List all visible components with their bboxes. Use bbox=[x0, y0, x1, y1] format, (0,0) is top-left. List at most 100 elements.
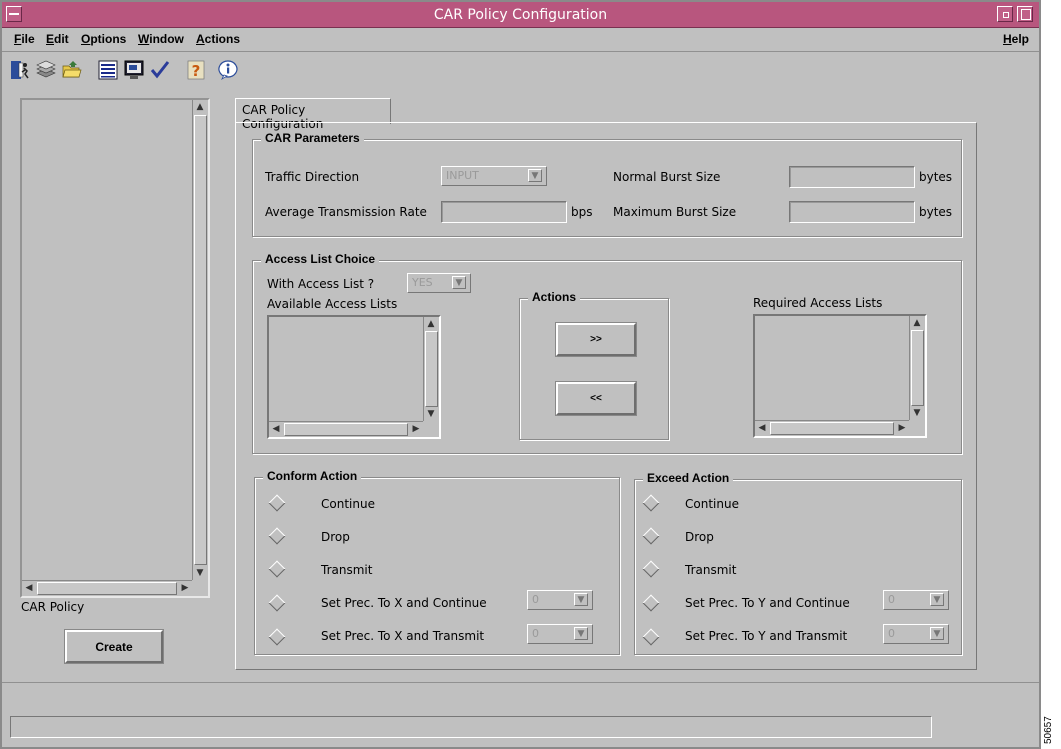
scroll-up-icon[interactable]: ▲ bbox=[193, 100, 207, 114]
conform-drop-label: Drop bbox=[321, 530, 350, 544]
conform-drop-radio[interactable] bbox=[268, 527, 286, 545]
normal-burst-unit: bytes bbox=[919, 170, 953, 184]
exceed-prec-continue-value: 0 bbox=[888, 593, 895, 606]
actions-group: Actions >> << bbox=[519, 290, 669, 440]
available-lists-label: Available Access Lists bbox=[267, 297, 398, 311]
status-bar bbox=[10, 716, 932, 738]
conform-prec-transmit-label: Set Prec. To X and Transmit bbox=[321, 629, 485, 643]
scroll-thumb[interactable] bbox=[425, 331, 438, 407]
exceed-prec-transmit-select[interactable]: 0 ▼ bbox=[883, 624, 949, 644]
conform-prec-continue-label: Set Prec. To X and Continue bbox=[321, 596, 487, 610]
checkmark-icon[interactable] bbox=[148, 58, 172, 82]
conform-continue-radio[interactable] bbox=[268, 494, 286, 512]
menu-edit[interactable]: Edit bbox=[46, 32, 69, 46]
conform-prec-continue-select[interactable]: 0 ▼ bbox=[527, 590, 593, 610]
scroll-thumb[interactable] bbox=[194, 115, 207, 565]
scroll-left-icon[interactable]: ◀ bbox=[755, 421, 769, 435]
exceed-action-title: Exceed Action bbox=[643, 471, 734, 485]
avg-rate-input[interactable] bbox=[441, 201, 567, 223]
menu-options[interactable]: Options bbox=[81, 32, 126, 46]
policy-stack-icon[interactable] bbox=[34, 58, 58, 82]
info-icon[interactable] bbox=[216, 58, 240, 82]
available-vscrollbar[interactable]: ▲ ▼ bbox=[423, 317, 439, 421]
scroll-down-icon[interactable]: ▼ bbox=[424, 407, 438, 421]
exceed-prec-continue-label: Set Prec. To Y and Continue bbox=[685, 596, 850, 610]
actions-title: Actions bbox=[528, 290, 581, 304]
scroll-thumb[interactable] bbox=[284, 423, 408, 436]
exceed-prec-continue-radio[interactable] bbox=[642, 594, 660, 612]
exceed-prec-continue-select[interactable]: 0 ▼ bbox=[883, 590, 949, 610]
car-policy-list[interactable]: ▲ ▼ ◀ ▶ bbox=[20, 98, 210, 598]
create-button[interactable]: Create bbox=[65, 630, 163, 663]
chevron-down-icon[interactable]: ▼ bbox=[574, 593, 588, 606]
figure-id: 50657 bbox=[1043, 716, 1054, 744]
status-separator bbox=[2, 682, 1039, 683]
svg-text:?: ? bbox=[192, 62, 201, 80]
scroll-right-icon[interactable]: ▶ bbox=[895, 421, 909, 435]
conform-transmit-radio[interactable] bbox=[268, 560, 286, 578]
required-lists-label: Required Access Lists bbox=[753, 296, 883, 310]
required-vscrollbar[interactable]: ▲ ▼ bbox=[909, 316, 925, 420]
monitor-icon[interactable] bbox=[122, 58, 146, 82]
chevron-down-icon[interactable]: ▼ bbox=[452, 276, 466, 289]
with-access-value: YES bbox=[412, 276, 433, 289]
exceed-drop-radio[interactable] bbox=[642, 527, 660, 545]
required-access-lists[interactable]: ▲ ▼ ◀ ▶ bbox=[753, 314, 927, 438]
conform-prec-transmit-radio[interactable] bbox=[268, 628, 286, 646]
access-list-group: Access List Choice With Access List ? YE… bbox=[252, 252, 962, 454]
traffic-direction-select[interactable]: INPUT ▼ bbox=[441, 166, 547, 186]
exceed-prec-transmit-label: Set Prec. To Y and Transmit bbox=[685, 629, 848, 643]
maximize-button[interactable] bbox=[1017, 6, 1033, 22]
menu-bar: File Edit Options Window Actions Help bbox=[2, 28, 1039, 52]
exceed-continue-radio[interactable] bbox=[642, 494, 660, 512]
title-bar[interactable]: CAR Policy Configuration bbox=[2, 2, 1039, 28]
help-question-icon[interactable]: ? bbox=[184, 58, 208, 82]
conform-prec-transmit-select[interactable]: 0 ▼ bbox=[527, 624, 593, 644]
scroll-thumb[interactable] bbox=[911, 330, 924, 406]
required-hscrollbar[interactable]: ◀ ▶ bbox=[755, 420, 909, 436]
policy-list-vscrollbar[interactable]: ▲ ▼ bbox=[192, 100, 208, 580]
normal-burst-input[interactable] bbox=[789, 166, 915, 188]
max-burst-input[interactable] bbox=[789, 201, 915, 223]
with-access-select[interactable]: YES ▼ bbox=[407, 273, 471, 293]
conform-prec-continue-radio[interactable] bbox=[268, 594, 286, 612]
conform-transmit-label: Transmit bbox=[321, 563, 373, 577]
chevron-down-icon[interactable]: ▼ bbox=[930, 593, 944, 606]
scroll-up-icon[interactable]: ▲ bbox=[910, 316, 924, 330]
conform-prec-transmit-value: 0 bbox=[532, 627, 539, 640]
scroll-left-icon[interactable]: ◀ bbox=[22, 581, 36, 595]
add-access-list-button[interactable]: >> bbox=[556, 323, 636, 356]
tab-car-policy-configuration[interactable]: CAR Policy Configuration bbox=[235, 98, 391, 131]
menu-actions[interactable]: Actions bbox=[196, 32, 240, 46]
list-view-icon[interactable] bbox=[96, 58, 120, 82]
with-access-label: With Access List ? bbox=[267, 277, 375, 291]
scroll-right-icon[interactable]: ▶ bbox=[178, 581, 192, 595]
exceed-transmit-label: Transmit bbox=[685, 563, 737, 577]
menu-help[interactable]: Help bbox=[1003, 32, 1029, 46]
chevron-down-icon[interactable]: ▼ bbox=[528, 169, 542, 182]
available-hscrollbar[interactable]: ◀ ▶ bbox=[269, 421, 423, 437]
exceed-transmit-radio[interactable] bbox=[642, 560, 660, 578]
chevron-down-icon[interactable]: ▼ bbox=[930, 627, 944, 640]
app-window: CAR Policy Configuration File Edit Optio… bbox=[0, 0, 1041, 749]
scroll-thumb[interactable] bbox=[770, 422, 894, 435]
available-access-lists[interactable]: ▲ ▼ ◀ ▶ bbox=[267, 315, 441, 439]
exit-icon[interactable] bbox=[8, 58, 32, 82]
menu-window[interactable]: Window bbox=[138, 32, 184, 46]
exceed-prec-transmit-radio[interactable] bbox=[642, 628, 660, 646]
scroll-right-icon[interactable]: ▶ bbox=[409, 422, 423, 436]
scroll-down-icon[interactable]: ▼ bbox=[910, 406, 924, 420]
scroll-down-icon[interactable]: ▼ bbox=[193, 566, 207, 580]
max-burst-unit: bytes bbox=[919, 205, 953, 219]
conform-action-group: Conform Action Continue Drop Transmit Se… bbox=[254, 469, 620, 655]
minimize-button[interactable] bbox=[997, 6, 1013, 22]
open-folder-icon[interactable] bbox=[60, 58, 84, 82]
scroll-thumb[interactable] bbox=[37, 582, 177, 595]
scroll-up-icon[interactable]: ▲ bbox=[424, 317, 438, 331]
remove-access-list-button[interactable]: << bbox=[556, 382, 636, 415]
chevron-down-icon[interactable]: ▼ bbox=[574, 627, 588, 640]
scroll-left-icon[interactable]: ◀ bbox=[269, 422, 283, 436]
menu-file[interactable]: File bbox=[14, 32, 35, 46]
policy-list-hscrollbar[interactable]: ◀ ▶ bbox=[22, 580, 192, 596]
access-list-title: Access List Choice bbox=[261, 252, 380, 266]
